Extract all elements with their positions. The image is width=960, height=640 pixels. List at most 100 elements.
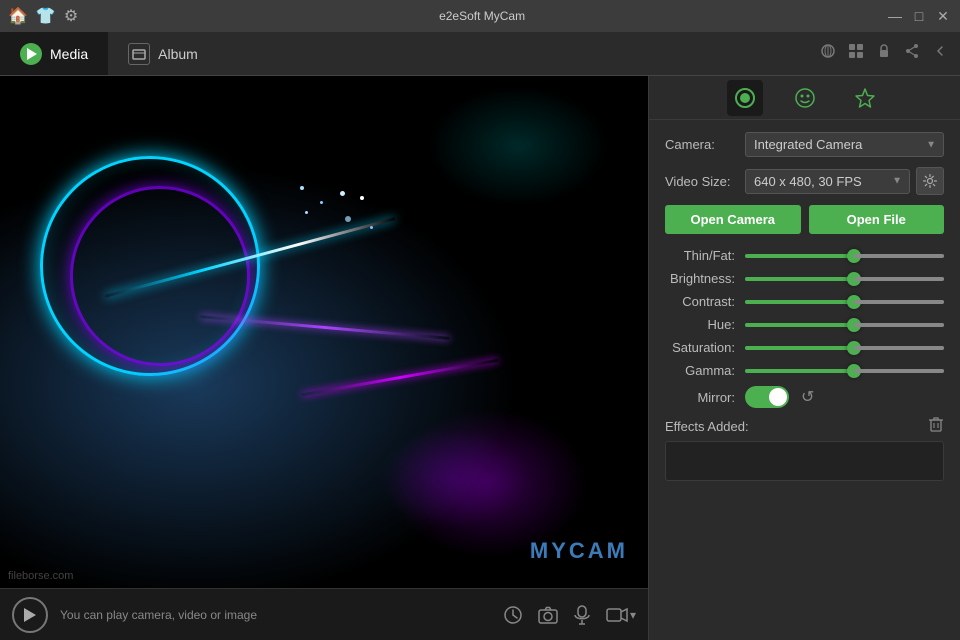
clock-icon[interactable]	[504, 606, 522, 624]
mirror-toggle-knob	[769, 388, 787, 406]
slider-track-contrast[interactable]	[745, 300, 944, 304]
window-controls: — □ ✕	[886, 7, 952, 25]
slider-row-brightness: Brightness:	[665, 271, 944, 286]
video-size-select[interactable]: 640 x 480, 30 FPS	[745, 169, 910, 194]
slider-rail-gamma	[854, 369, 944, 373]
main-content: MYCAM fileborse.com You can play camera,…	[0, 76, 960, 640]
slider-row-contrast: Contrast:	[665, 294, 944, 309]
shirt-icon[interactable]: 👕	[36, 6, 56, 26]
slider-label-thin-fat: Thin/Fat:	[665, 248, 745, 263]
slider-row-thin-fat: Thin/Fat:	[665, 248, 944, 263]
toolbar-link-icon[interactable]	[820, 43, 836, 64]
action-buttons-row: Open Camera Open File	[665, 205, 944, 234]
slider-rail-contrast	[854, 300, 944, 304]
slider-track-saturation[interactable]	[745, 346, 944, 350]
media-tab-icon	[20, 43, 42, 65]
slider-rail-brightness	[854, 277, 944, 281]
slider-fill-gamma	[745, 369, 854, 373]
toolbar-grid-icon[interactable]	[848, 43, 864, 64]
mic-icon[interactable]	[574, 605, 590, 625]
slider-rail-saturation	[854, 346, 944, 350]
right-panel: Camera: Integrated Camera Video Size: 64…	[648, 76, 960, 640]
video-size-gear-button[interactable]	[916, 167, 944, 195]
slider-label-contrast: Contrast:	[665, 294, 745, 309]
slider-label-brightness: Brightness:	[665, 271, 745, 286]
tab-media[interactable]: Media	[0, 32, 108, 75]
minimize-button[interactable]: —	[886, 7, 904, 25]
video-size-select-wrapper: 640 x 480, 30 FPS	[745, 169, 910, 194]
toolbar-back-icon[interactable]	[932, 43, 948, 64]
slider-label-saturation: Saturation:	[665, 340, 745, 355]
camera-select[interactable]: Integrated Camera	[745, 132, 944, 157]
panel-icon-face[interactable]	[787, 80, 823, 116]
mirror-label: Mirror:	[665, 390, 745, 405]
camera-canvas: MYCAM fileborse.com	[0, 76, 648, 588]
snapshot-icon[interactable]	[538, 606, 558, 624]
teal-glow	[428, 86, 608, 206]
slider-rail-thin-fat	[854, 254, 944, 258]
status-text: You can play camera, video or image	[60, 608, 492, 622]
app-title: e2eSoft MyCam	[78, 9, 886, 23]
slider-row-gamma: Gamma:	[665, 363, 944, 378]
mirror-row: Mirror: ↺	[665, 386, 944, 408]
video-icon-group: ▾	[606, 607, 636, 623]
video-icon[interactable]	[606, 607, 628, 623]
slider-fill-contrast	[745, 300, 854, 304]
slider-track-brightness[interactable]	[745, 277, 944, 281]
panel-icon-camera[interactable]	[727, 80, 763, 116]
video-size-controls: 640 x 480, 30 FPS	[745, 167, 944, 195]
sliders-container: Thin/Fat: Brightness: Contrast: Hue:	[665, 248, 944, 378]
effects-label: Effects Added:	[665, 419, 749, 434]
panel-content: Camera: Integrated Camera Video Size: 64…	[649, 120, 960, 640]
slider-track-hue[interactable]	[745, 323, 944, 327]
slider-row-saturation: Saturation:	[665, 340, 944, 355]
toolbar-share-icon[interactable]	[904, 43, 920, 64]
tab-media-label: Media	[50, 46, 88, 62]
slider-label-hue: Hue:	[665, 317, 745, 332]
slider-fill-saturation	[745, 346, 854, 350]
slider-track-gamma[interactable]	[745, 369, 944, 373]
camera-row: Camera: Integrated Camera	[665, 132, 944, 157]
maximize-button[interactable]: □	[910, 7, 928, 25]
slider-row-hue: Hue:	[665, 317, 944, 332]
bottom-icons: ▾	[504, 605, 636, 625]
title-bar: 🏠 👕 ⚙ e2eSoft MyCam — □ ✕	[0, 0, 960, 32]
tab-album[interactable]: Album	[108, 32, 218, 75]
video-size-label: Video Size:	[665, 174, 745, 189]
video-dropdown-arrow[interactable]: ▾	[630, 608, 636, 622]
mycam-logo: MYCAM	[530, 538, 628, 564]
camera-background	[0, 76, 648, 588]
effects-area	[665, 441, 944, 481]
album-tab-icon	[128, 43, 150, 65]
slider-fill-thin-fat	[745, 254, 854, 258]
camera-label: Camera:	[665, 137, 745, 152]
glow-line-3	[301, 359, 498, 397]
tab-toolbar	[820, 32, 960, 75]
panel-icon-star[interactable]	[847, 80, 883, 116]
close-button[interactable]: ✕	[934, 7, 952, 25]
camera-view: MYCAM fileborse.com You can play camera,…	[0, 76, 648, 640]
settings-icon[interactable]: ⚙	[64, 6, 78, 26]
mirror-reset-icon[interactable]: ↺	[801, 387, 814, 407]
open-camera-button[interactable]: Open Camera	[665, 205, 801, 234]
camera-select-wrapper: Integrated Camera	[745, 132, 944, 157]
open-file-button[interactable]: Open File	[809, 205, 945, 234]
slider-rail-hue	[854, 323, 944, 327]
slider-fill-hue	[745, 323, 854, 327]
slider-fill-brightness	[745, 277, 854, 281]
effects-header-row: Effects Added:	[665, 416, 944, 437]
firehorse-watermark: fileborse.com	[8, 570, 73, 582]
trash-icon[interactable]	[928, 416, 944, 437]
panel-top-icons	[649, 76, 960, 120]
slider-track-thin-fat[interactable]	[745, 254, 944, 258]
slider-label-gamma: Gamma:	[665, 363, 745, 378]
video-size-row: Video Size: 640 x 480, 30 FPS	[665, 167, 944, 195]
camera-bottom-bar: You can play camera, video or image ▾	[0, 588, 648, 640]
mirror-toggle[interactable]	[745, 386, 789, 408]
purple-glow-2	[378, 428, 528, 528]
toolbar-lock-icon[interactable]	[876, 43, 892, 64]
home-icon[interactable]: 🏠	[8, 6, 28, 26]
play-button[interactable]	[12, 597, 48, 633]
title-bar-left-icons: 🏠 👕 ⚙	[8, 6, 78, 26]
tab-album-label: Album	[158, 46, 198, 62]
